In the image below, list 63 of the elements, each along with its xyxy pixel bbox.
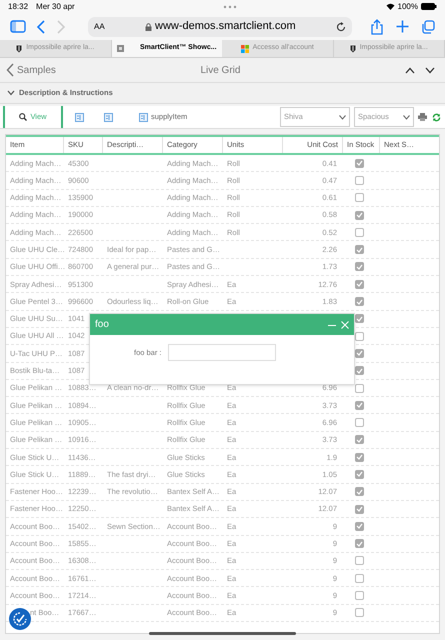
chevron-down-icon[interactable]	[425, 66, 435, 74]
checkbox[interactable]	[355, 366, 364, 376]
checkbox[interactable]	[355, 452, 364, 462]
form-icon[interactable]	[75, 112, 84, 122]
checkbox[interactable]	[355, 158, 364, 168]
close-icon[interactable]	[341, 320, 349, 328]
checkbox[interactable]	[355, 418, 364, 428]
checkbox[interactable]	[355, 245, 364, 254]
checkbox[interactable]	[355, 487, 364, 496]
status-time: 18:32	[8, 0, 28, 12]
checkbox[interactable]	[355, 556, 364, 566]
battery-level: 100%	[398, 0, 418, 12]
lock-icon	[145, 22, 152, 30]
checkbox[interactable]	[355, 262, 364, 272]
more-icon	[223, 4, 238, 8]
checkbox[interactable]	[355, 228, 364, 237]
status-date: Mer 30 apr	[36, 0, 75, 12]
checkbox[interactable]	[355, 504, 364, 514]
caret-icon	[403, 114, 410, 120]
checkbox[interactable]	[355, 384, 364, 392]
plus-icon[interactable]	[396, 20, 409, 33]
url-text: www-demos.smartclient.com	[155, 19, 296, 34]
checkbox[interactable]	[355, 348, 364, 358]
checkbox[interactable]	[355, 210, 364, 220]
caret-icon	[339, 114, 346, 120]
checkbox[interactable]	[355, 591, 364, 600]
input-field[interactable]	[168, 344, 276, 361]
sidebar-icon[interactable]	[10, 20, 26, 33]
shield-icon	[350, 44, 356, 52]
checkbox[interactable]	[355, 574, 364, 583]
text-size-button[interactable]: AA	[94, 20, 105, 32]
refresh-icon[interactable]	[432, 112, 441, 122]
back-icon	[6, 63, 14, 77]
shield-icon	[16, 44, 22, 52]
checkbox[interactable]	[355, 314, 364, 324]
reload-icon[interactable]	[336, 22, 346, 32]
address-bar[interactable]: AA www-demos.smartclient.com	[88, 16, 352, 36]
checkbox[interactable]	[355, 193, 364, 202]
checkbox[interactable]	[355, 435, 364, 444]
print-icon[interactable]	[418, 112, 427, 120]
checkbox[interactable]	[355, 332, 364, 341]
windows-icon	[240, 44, 249, 52]
wifi-icon	[386, 3, 395, 10]
checkbox[interactable]	[355, 280, 364, 289]
tabs-icon[interactable]	[421, 20, 435, 34]
dialog-title: foo	[95, 318, 110, 332]
chevron-up-icon[interactable]	[405, 66, 415, 74]
share-icon[interactable]	[370, 18, 384, 34]
checkbox[interactable]	[355, 400, 364, 410]
search-icon	[19, 113, 28, 121]
checkbox[interactable]	[355, 522, 364, 531]
checkbox[interactable]	[355, 608, 364, 618]
form-icon[interactable]	[104, 112, 113, 122]
battery-icon	[421, 3, 437, 10]
checkbox[interactable]	[355, 297, 364, 306]
page-title: Live Grid	[199, 64, 242, 78]
samples-back-link[interactable]: Samples	[6, 62, 56, 78]
square-icon	[116, 45, 124, 52]
back-icon[interactable]	[36, 20, 46, 34]
form-icon	[139, 112, 148, 122]
checkbox[interactable]	[355, 176, 364, 185]
checkbox[interactable]	[355, 539, 364, 548]
checkbox[interactable]	[355, 470, 364, 479]
